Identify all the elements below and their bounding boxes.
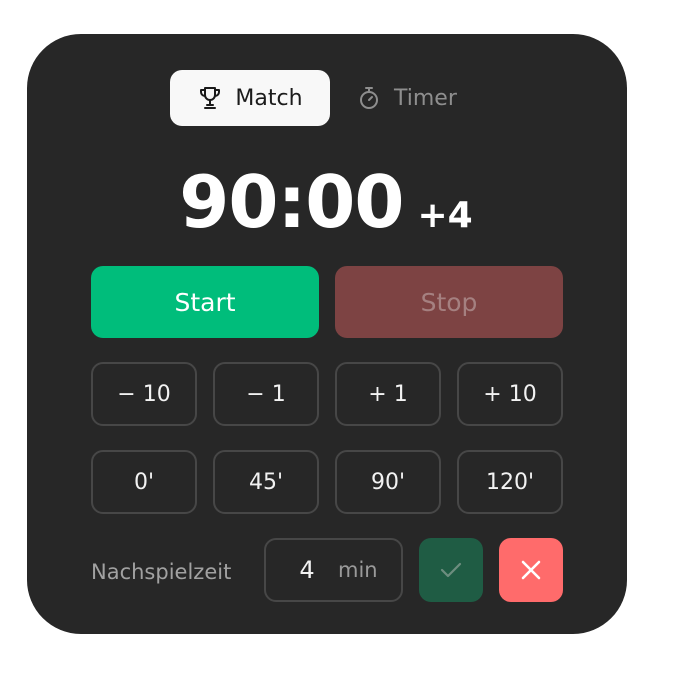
preset-45-button[interactable]: 45' [213, 450, 319, 514]
cancel-button[interactable] [499, 538, 563, 602]
tab-timer-label: Timer [394, 85, 457, 111]
clock-added-time: +4 [417, 195, 473, 236]
minus-1-button[interactable]: − 1 [213, 362, 319, 426]
confirm-button[interactable] [419, 538, 483, 602]
preset-90-button[interactable]: 90' [335, 450, 441, 514]
plus-1-button[interactable]: + 1 [335, 362, 441, 426]
clock-display: 90:00 +4 [90, 160, 562, 250]
extra-time-value: 4 [299, 556, 315, 584]
preset-120-button[interactable]: 120' [457, 450, 563, 514]
extra-time-unit: min [338, 558, 378, 582]
stop-button[interactable]: Stop [335, 266, 563, 338]
minus-10-button[interactable]: − 10 [91, 362, 197, 426]
plus-10-button[interactable]: + 10 [457, 362, 563, 426]
stopwatch-icon [356, 85, 382, 111]
extra-time-input[interactable]: 4 min [264, 538, 403, 602]
check-icon [438, 557, 464, 583]
extra-time-label: Nachspielzeit [91, 560, 232, 584]
clock-time: 90:00 [179, 160, 404, 244]
tab-match[interactable]: Match [170, 70, 330, 126]
trophy-icon [197, 85, 223, 111]
start-button[interactable]: Start [91, 266, 319, 338]
tab-match-label: Match [235, 85, 303, 111]
close-icon [518, 557, 544, 583]
tab-timer[interactable]: Timer [352, 70, 482, 126]
preset-0-button[interactable]: 0' [91, 450, 197, 514]
